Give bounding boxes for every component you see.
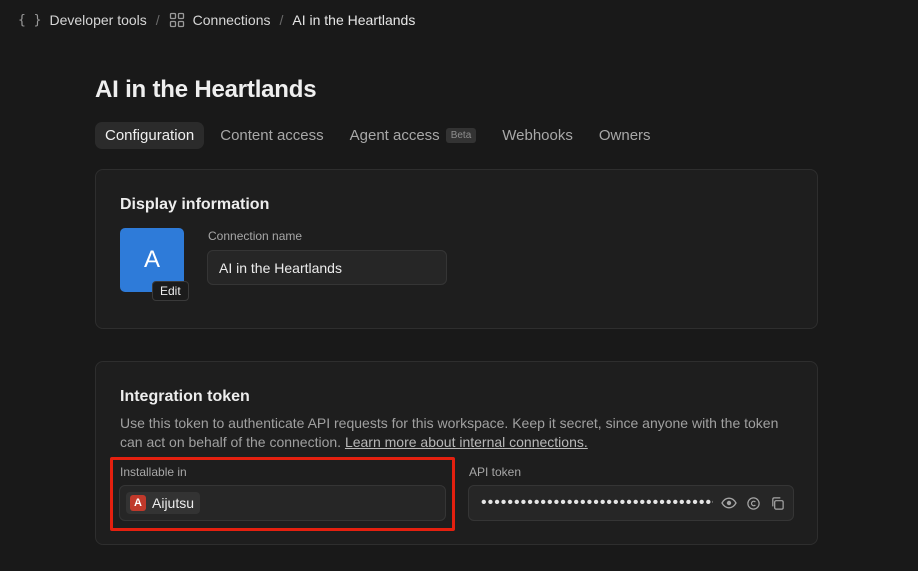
connection-name-value: AI in the Heartlands: [219, 259, 342, 276]
section-description: Use this token to authenticate API reque…: [120, 414, 790, 452]
page-title: AI in the Heartlands: [95, 76, 317, 103]
workspace-logo-icon: A: [130, 495, 146, 511]
connection-name-label: Connection name: [208, 229, 303, 243]
tab-bar: Configuration Content access Agent acces…: [95, 122, 667, 149]
tab-configuration[interactable]: Configuration: [95, 122, 205, 149]
installable-in-field[interactable]: A Aijutsu: [119, 485, 446, 521]
connection-name-field[interactable]: AI in the Heartlands: [207, 250, 447, 285]
tab-label: Agent access: [349, 127, 440, 144]
breadcrumb-label: Connections: [192, 12, 271, 28]
tab-agent-access[interactable]: Agent access Beta: [340, 122, 487, 149]
api-token-field[interactable]: ••••••••••••••••••••••••••••••••••••: [468, 485, 794, 521]
tab-webhooks[interactable]: Webhooks: [492, 122, 583, 149]
api-token-value: ••••••••••••••••••••••••••••••••••••: [481, 494, 713, 511]
grid-icon: [169, 12, 185, 28]
breadcrumb-separator: /: [155, 12, 160, 28]
installable-in-label: Installable in: [120, 465, 187, 479]
breadcrumb-label: AI in the Heartlands: [292, 12, 416, 28]
breadcrumb-label: Developer tools: [49, 12, 147, 28]
copy-icon[interactable]: [770, 496, 785, 511]
breadcrumb-developer-tools[interactable]: { } Developer tools: [18, 12, 147, 28]
breadcrumb-separator: /: [279, 12, 284, 28]
regenerate-icon[interactable]: [746, 496, 761, 511]
token-actions: [721, 495, 785, 511]
breadcrumb-current[interactable]: AI in the Heartlands: [292, 12, 415, 28]
breadcrumb-connections[interactable]: Connections: [169, 12, 271, 28]
edit-avatar-button[interactable]: Edit: [152, 281, 189, 301]
section-title: Integration token: [120, 388, 250, 405]
tab-content-access[interactable]: Content access: [210, 122, 333, 149]
integration-token-card: Integration token Use this token to auth…: [95, 361, 818, 545]
tab-owners[interactable]: Owners: [589, 122, 661, 149]
braces-icon: { }: [18, 12, 42, 28]
workspace-chip[interactable]: A Aijutsu: [126, 492, 201, 514]
eye-icon[interactable]: [721, 495, 737, 511]
section-title: Display information: [120, 196, 270, 213]
workspace-name: Aijutsu: [152, 495, 195, 511]
breadcrumb: { } Developer tools / Connections / AI i…: [18, 10, 415, 30]
beta-badge: Beta: [445, 128, 477, 143]
display-information-card: Display information A Edit Connection na…: [95, 169, 818, 329]
learn-more-link[interactable]: Learn more about internal connections.: [345, 434, 588, 450]
api-token-label: API token: [469, 465, 522, 479]
